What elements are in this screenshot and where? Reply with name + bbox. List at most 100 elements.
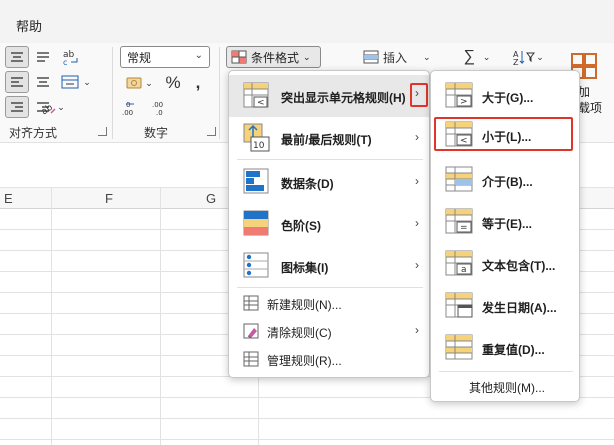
menu-item-manage-rules[interactable]: 管理规则(R)... [229, 345, 429, 373]
greater-than-icon: > [445, 82, 473, 108]
comma-style-button[interactable]: , [188, 72, 208, 94]
submenu-item-between[interactable]: 介于(B)... [431, 159, 579, 201]
submenu-item-date-occurring[interactable]: 发生日期(A)... [431, 285, 579, 327]
tab-help[interactable]: 帮助 [16, 16, 42, 35]
group-label-number: 数字 [144, 126, 169, 140]
submenu-item-more-rules[interactable]: 其他规则(M)... [431, 373, 579, 399]
color-scales-icon [243, 210, 269, 236]
percent-icon: % [165, 73, 181, 92]
data-bars-icon [243, 168, 269, 194]
equal-to-icon: = [445, 208, 473, 234]
new-rule-icon [243, 295, 259, 311]
column-header-f[interactable]: F [105, 191, 113, 206]
align-left-button[interactable] [5, 71, 29, 93]
svg-text:c: c [63, 58, 67, 66]
submenu-item-less-than[interactable]: < 小于(L)... [431, 117, 579, 155]
grid-line [160, 187, 161, 445]
submenu-item-label: 文本包含(T)... [482, 259, 556, 273]
menu-item-clear-rules[interactable]: 清除规则(C) › [229, 317, 429, 345]
menu-divider [439, 371, 573, 372]
insert-button[interactable]: 插入 ⌄ [360, 46, 436, 68]
svg-text:.00: .00 [122, 109, 133, 116]
svg-text:ab: ab [40, 103, 55, 115]
menu-item-label: 图标集(I) [281, 261, 329, 275]
accounting-format-button[interactable]: ⌄ [120, 72, 158, 94]
comma-icon: , [195, 73, 201, 92]
column-header-g[interactable]: G [206, 191, 216, 206]
number-format-select[interactable]: 常规 ⌄ [120, 46, 210, 68]
submenu-arrow-box[interactable] [410, 83, 428, 107]
chevron-down-icon: ⌄ [303, 51, 311, 62]
add-ins-label-line2: 载项 [578, 101, 603, 115]
menu-item-highlight-cells-rules[interactable]: < 突出显示单元格规则(H) › [229, 75, 429, 117]
percent-button[interactable]: % [161, 72, 185, 94]
autosum-button[interactable]: ∑ ⌄ [458, 46, 496, 68]
chevron-down-icon: ⌄ [536, 51, 544, 62]
submenu-item-label: 重复值(D)... [482, 343, 545, 357]
merge-button[interactable]: ⌄ [58, 71, 94, 93]
chevron-right-icon: › [415, 174, 419, 188]
menu-divider [237, 159, 423, 160]
insert-cells-icon [363, 50, 379, 64]
menu-item-label: 管理规则(R)... [267, 354, 342, 368]
decrease-decimal-icon: .00.0 [152, 101, 163, 116]
chevron-down-icon: ⌄ [57, 101, 65, 112]
column-header-e[interactable]: E [4, 191, 13, 206]
menu-item-label: 新建规则(N)... [267, 298, 342, 312]
menu-item-color-scales[interactable]: 色阶(S) › [229, 203, 429, 245]
svg-text:<: < [257, 98, 265, 108]
align-center-button[interactable] [32, 71, 54, 93]
svg-text:.0: .0 [156, 109, 163, 116]
menu-divider [237, 287, 423, 288]
svg-text:a: a [461, 265, 467, 275]
text-direction-button[interactable]: ab c [58, 46, 82, 68]
align-middle-button[interactable] [32, 46, 54, 68]
svg-text:.00: .00 [152, 101, 163, 109]
ribbon-separator [219, 47, 220, 139]
icon-sets-icon [243, 252, 269, 278]
menu-item-new-rule[interactable]: 新建规则(N)... [229, 289, 429, 317]
conditional-format-button[interactable]: 条件格式 ⌄ [226, 46, 321, 68]
submenu-item-label: 其他规则(M)... [469, 381, 545, 395]
grid-line [0, 418, 614, 419]
menu-item-label: 最前/最后规则(T) [281, 133, 372, 147]
conditional-format-menu: < 突出显示单元格规则(H) › 10 最前/最后规则(T) › 数据条(D) … [228, 70, 430, 378]
svg-text:>: > [460, 97, 468, 107]
chevron-right-icon: › [415, 323, 419, 337]
align-top-button[interactable] [5, 46, 29, 68]
align-left-icon [11, 77, 23, 87]
duplicate-values-icon [445, 334, 473, 360]
dialog-launcher-icon[interactable] [207, 127, 216, 136]
submenu-item-label: 发生日期(A)... [482, 301, 557, 315]
ribbon-separator [112, 47, 113, 139]
menu-item-icon-sets[interactable]: 图标集(I) › [229, 245, 429, 287]
manage-rules-icon [243, 351, 259, 367]
chevron-down-icon: ⌄ [194, 50, 203, 61]
eraser-icon [243, 323, 259, 339]
accounting-icon [126, 77, 142, 89]
submenu-item-duplicate-values[interactable]: 重复值(D)... [431, 327, 579, 369]
submenu-item-equal-to[interactable]: = 等于(E)... [431, 201, 579, 243]
svg-text:<: < [460, 136, 468, 146]
increase-decimal-button[interactable]: 0.00 [120, 97, 144, 119]
sort-filter-button[interactable]: AZ ⌄ [508, 46, 548, 68]
decrease-decimal-button[interactable]: .00.0 [150, 97, 174, 119]
number-format-value: 常规 [127, 51, 152, 65]
submenu-item-label: 介于(B)... [482, 175, 533, 189]
submenu-item-greater-than[interactable]: > 大于(G)... [431, 75, 579, 117]
indent-button[interactable] [5, 96, 29, 118]
group-label-alignment: 对齐方式 [9, 126, 58, 140]
menu-item-label: 突出显示单元格规则(H) [281, 91, 406, 105]
highlight-cells-icon: < [243, 82, 269, 108]
menu-item-data-bars[interactable]: 数据条(D) › [229, 161, 429, 203]
dialog-launcher-icon[interactable] [98, 127, 107, 136]
menu-item-top-bottom-rules[interactable]: 10 最前/最后规则(T) › [229, 117, 429, 159]
between-icon [445, 166, 473, 192]
orientation-button[interactable]: ab ⌄ [36, 96, 68, 118]
chevron-right-icon: › [415, 216, 419, 230]
sum-icon: ∑ [463, 48, 475, 65]
highlight-cells-submenu: > 大于(G)... < 小于(L)... 介于(B)... = 等于(E)..… [430, 70, 580, 402]
chevron-right-icon: › [415, 130, 419, 144]
orientation-icon: ab [40, 103, 56, 115]
submenu-item-text-contains[interactable]: a 文本包含(T)... [431, 243, 579, 285]
